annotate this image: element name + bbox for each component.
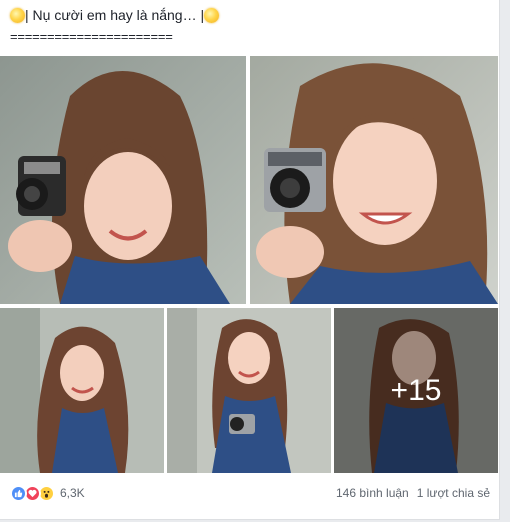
photo-1[interactable] — [0, 56, 246, 304]
photo-5[interactable]: +15 — [334, 308, 498, 473]
post-caption: | Nụ cười em hay là nắng… | ============… — [10, 6, 220, 46]
comments-count-link[interactable]: 146 bình luận — [336, 486, 409, 500]
sun-icon — [204, 7, 220, 23]
caption-text: | Nụ cười em hay là nắng… | — [25, 6, 205, 23]
more-photos-count: +15 — [390, 373, 442, 407]
photo-3-image — [0, 308, 164, 473]
caption-separator: ====================== — [10, 29, 173, 44]
photo-2[interactable] — [250, 56, 498, 304]
post-footer: 6,3K 146 bình luận 1 lượt chia sẻ — [0, 476, 500, 510]
more-photos-overlay[interactable]: +15 — [334, 308, 498, 473]
reactions-summary[interactable]: 6,3K — [10, 484, 85, 502]
like-icon — [10, 484, 27, 502]
photo-3[interactable] — [0, 308, 164, 473]
reaction-count: 6,3K — [60, 486, 85, 500]
feed-post: | Nụ cười em hay là nắng… | ============… — [0, 0, 500, 520]
photo-2-image — [250, 56, 498, 304]
post-stats: 146 bình luận 1 lượt chia sẻ — [336, 486, 490, 500]
photo-4[interactable] — [167, 308, 331, 473]
caption-line: | Nụ cười em hay là nắng… | — [10, 6, 220, 24]
photo-4-image — [167, 308, 331, 473]
sun-icon — [10, 7, 25, 23]
photo-1-image — [0, 56, 246, 304]
shares-count-link[interactable]: 1 lượt chia sẻ — [417, 486, 490, 500]
